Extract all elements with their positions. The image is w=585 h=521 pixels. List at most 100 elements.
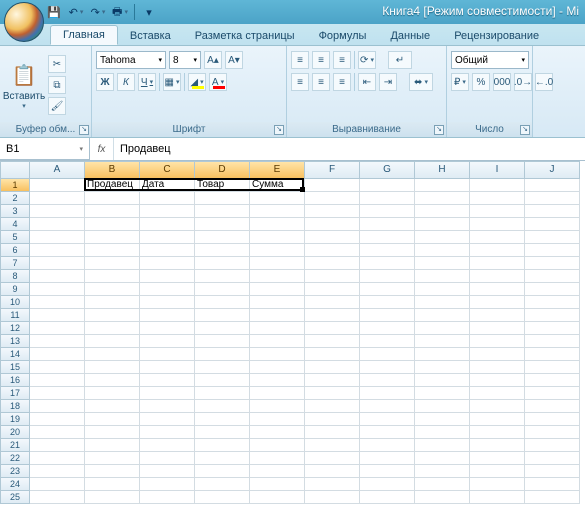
cell-I9[interactable]	[470, 283, 525, 296]
paste-button[interactable]: 📋 Вставить ▾	[4, 61, 44, 110]
cell-E10[interactable]	[250, 296, 305, 309]
fx-button[interactable]: fx	[90, 138, 114, 160]
row-header-3[interactable]: 3	[0, 205, 30, 218]
cell-I7[interactable]	[470, 257, 525, 270]
cell-A25[interactable]	[30, 491, 85, 504]
col-header-H[interactable]: H	[415, 161, 470, 179]
cell-A23[interactable]	[30, 465, 85, 478]
cell-A19[interactable]	[30, 413, 85, 426]
cell-I25[interactable]	[470, 491, 525, 504]
cell-H20[interactable]	[415, 426, 470, 439]
cell-G16[interactable]	[360, 374, 415, 387]
cell-G5[interactable]	[360, 231, 415, 244]
row-header-4[interactable]: 4	[0, 218, 30, 231]
undo-icon[interactable]: ↶	[68, 4, 84, 20]
cell-H16[interactable]	[415, 374, 470, 387]
row-header-17[interactable]: 17	[0, 387, 30, 400]
cell-B21[interactable]	[85, 439, 140, 452]
cell-A20[interactable]	[30, 426, 85, 439]
cell-H23[interactable]	[415, 465, 470, 478]
cell-J6[interactable]	[525, 244, 580, 257]
cell-D11[interactable]	[195, 309, 250, 322]
cell-B14[interactable]	[85, 348, 140, 361]
cell-E15[interactable]	[250, 361, 305, 374]
cell-D25[interactable]	[195, 491, 250, 504]
cell-A9[interactable]	[30, 283, 85, 296]
col-header-A[interactable]: A	[30, 161, 85, 179]
cell-H17[interactable]	[415, 387, 470, 400]
row-header-19[interactable]: 19	[0, 413, 30, 426]
cell-J15[interactable]	[525, 361, 580, 374]
cell-B3[interactable]	[85, 205, 140, 218]
cell-D18[interactable]	[195, 400, 250, 413]
cell-A7[interactable]	[30, 257, 85, 270]
cell-J8[interactable]	[525, 270, 580, 283]
cell-E8[interactable]	[250, 270, 305, 283]
cell-G14[interactable]	[360, 348, 415, 361]
cell-I16[interactable]	[470, 374, 525, 387]
cell-E9[interactable]	[250, 283, 305, 296]
cell-C2[interactable]	[140, 192, 195, 205]
cell-F3[interactable]	[305, 205, 360, 218]
row-header-5[interactable]: 5	[0, 231, 30, 244]
cell-G9[interactable]	[360, 283, 415, 296]
cell-E13[interactable]	[250, 335, 305, 348]
cell-C3[interactable]	[140, 205, 195, 218]
cell-I10[interactable]	[470, 296, 525, 309]
cell-D24[interactable]	[195, 478, 250, 491]
align-left-button[interactable]: ≡	[291, 73, 309, 91]
cell-C21[interactable]	[140, 439, 195, 452]
cell-H2[interactable]	[415, 192, 470, 205]
cell-J22[interactable]	[525, 452, 580, 465]
cell-B19[interactable]	[85, 413, 140, 426]
font-size-combo[interactable]: 8▾	[169, 51, 201, 69]
cell-I20[interactable]	[470, 426, 525, 439]
cell-B2[interactable]	[85, 192, 140, 205]
cell-J1[interactable]	[525, 179, 580, 192]
cell-G18[interactable]	[360, 400, 415, 413]
cell-D21[interactable]	[195, 439, 250, 452]
cell-D3[interactable]	[195, 205, 250, 218]
cell-F5[interactable]	[305, 231, 360, 244]
cell-A15[interactable]	[30, 361, 85, 374]
row-header-1[interactable]: 1	[0, 179, 30, 192]
cell-C20[interactable]	[140, 426, 195, 439]
cell-G21[interactable]	[360, 439, 415, 452]
cell-D9[interactable]	[195, 283, 250, 296]
cell-B8[interactable]	[85, 270, 140, 283]
cell-E20[interactable]	[250, 426, 305, 439]
underline-button[interactable]: Ч	[138, 73, 156, 91]
cell-C1[interactable]: Дата	[140, 179, 195, 192]
cell-G23[interactable]	[360, 465, 415, 478]
cell-J4[interactable]	[525, 218, 580, 231]
cell-J2[interactable]	[525, 192, 580, 205]
cell-D12[interactable]	[195, 322, 250, 335]
align-right-button[interactable]: ≡	[333, 73, 351, 91]
cell-H4[interactable]	[415, 218, 470, 231]
cell-E6[interactable]	[250, 244, 305, 257]
cell-E25[interactable]	[250, 491, 305, 504]
cell-J24[interactable]	[525, 478, 580, 491]
cell-B1[interactable]: Продавец	[85, 179, 140, 192]
comma-button[interactable]: 000	[493, 73, 511, 91]
cell-B15[interactable]	[85, 361, 140, 374]
cell-I6[interactable]	[470, 244, 525, 257]
cell-H8[interactable]	[415, 270, 470, 283]
cell-J11[interactable]	[525, 309, 580, 322]
cell-B10[interactable]	[85, 296, 140, 309]
cell-F6[interactable]	[305, 244, 360, 257]
font-color-button[interactable]: A	[209, 73, 227, 91]
cell-G11[interactable]	[360, 309, 415, 322]
cell-E3[interactable]	[250, 205, 305, 218]
cell-I24[interactable]	[470, 478, 525, 491]
cell-I17[interactable]	[470, 387, 525, 400]
cell-H24[interactable]	[415, 478, 470, 491]
cut-button[interactable]: ✂	[48, 55, 66, 73]
cell-H1[interactable]	[415, 179, 470, 192]
office-button[interactable]	[4, 2, 44, 42]
cell-I12[interactable]	[470, 322, 525, 335]
tab-Рецензирование[interactable]: Рецензирование	[442, 27, 551, 45]
cell-A12[interactable]	[30, 322, 85, 335]
cell-G24[interactable]	[360, 478, 415, 491]
decrease-font-button[interactable]: A▾	[225, 51, 243, 69]
